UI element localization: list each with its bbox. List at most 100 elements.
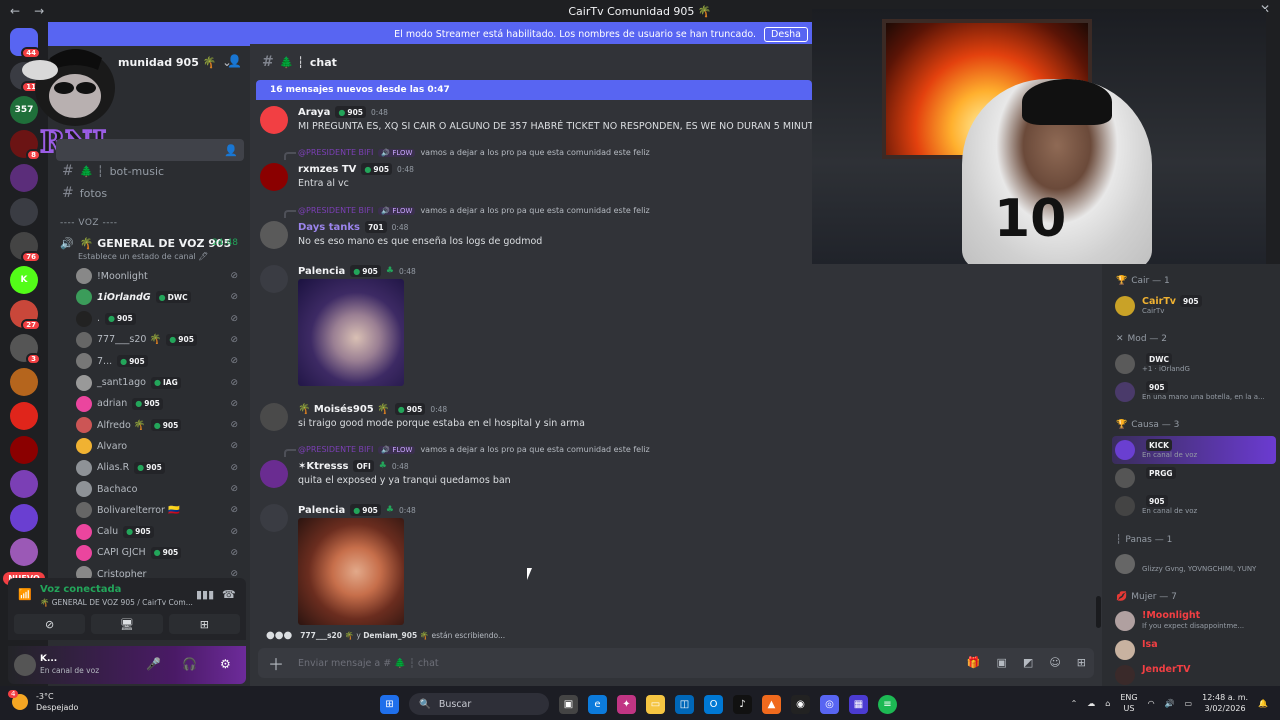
voice-user[interactable]: Alias.R ● 905 ⊘ xyxy=(76,458,244,478)
apps-icon[interactable]: ⊞ xyxy=(1077,656,1086,669)
camera-off-button[interactable]: ⊘ xyxy=(14,614,86,634)
author-name[interactable]: Palencia xyxy=(298,505,345,516)
avatar[interactable] xyxy=(1115,554,1135,574)
reply-author[interactable]: @PRESIDENTE BIFI xyxy=(298,445,373,454)
edge-icon[interactable]: e xyxy=(588,694,607,714)
server-icon-guild-13[interactable] xyxy=(10,470,38,498)
chat-scrollbar[interactable] xyxy=(1096,596,1101,628)
avatar[interactable] xyxy=(1115,440,1135,460)
noise-suppression-icon[interactable]: ▮▮▮ xyxy=(196,588,214,601)
author-name[interactable]: 🌴 Moisés905 🌴 xyxy=(298,404,390,415)
signal-icon[interactable]: 📶 xyxy=(18,588,32,601)
server-icon-guild-9[interactable]: 3 xyxy=(10,334,41,365)
voice-connected-subtitle[interactable]: 🌴 GENERAL DE VOZ 905 / CairTv Com... xyxy=(40,598,193,607)
author-name[interactable]: ✶Ktresss xyxy=(298,461,348,472)
member-item[interactable]: CairTv 905 CairTv xyxy=(1112,292,1276,320)
voice-user[interactable]: Bolivarelterror 🇨🇴 ⊘ xyxy=(76,500,244,520)
avatar[interactable] xyxy=(76,459,92,476)
voice-user[interactable]: _sant1ago ● IAG ⊘ xyxy=(76,373,244,393)
member-item[interactable]: KICK En canal de voz xyxy=(1112,436,1276,464)
avatar[interactable] xyxy=(76,544,92,561)
avatar[interactable] xyxy=(1115,640,1135,660)
voice-user[interactable]: 777___s20 🌴 ● 905 ⊘ xyxy=(76,330,244,350)
author-name[interactable]: rxmzes TV xyxy=(298,164,356,175)
screen-share-button[interactable]: 🖥 xyxy=(91,614,163,634)
reply-preview[interactable]: @PRESIDENTE BIFI 🔊 FLOW vamos a dejar a … xyxy=(284,445,650,457)
avatar[interactable] xyxy=(1115,354,1135,374)
gif-icon[interactable]: ▣ xyxy=(997,656,1007,669)
channel-selected[interactable]: 👤 xyxy=(56,139,244,161)
server-icon-guild-15[interactable] xyxy=(10,538,38,566)
file-explorer-icon[interactable]: ▭ xyxy=(646,694,665,714)
member-item[interactable]: Isa xyxy=(1112,636,1276,664)
channel-fotos[interactable]: # fotos xyxy=(56,182,244,204)
avatar[interactable] xyxy=(76,502,92,519)
avatar[interactable] xyxy=(76,395,92,412)
avatar[interactable] xyxy=(76,523,92,540)
reply-preview[interactable]: @PRESIDENTE BIFI 🔊 FLOW vamos a dejar a … xyxy=(284,206,650,218)
voice-user[interactable]: adrian ● 905 ⊘ xyxy=(76,394,244,414)
voice-channel-general[interactable]: 🔊 🌴 GENERAL DE VOZ 905 24:48 xyxy=(56,234,244,252)
member-item[interactable]: !Moonlight If you expect disappointme... xyxy=(1112,607,1276,635)
avatar[interactable] xyxy=(1115,296,1135,316)
wifi-icon[interactable]: ◠ xyxy=(1148,699,1155,708)
taskbar-search[interactable]: 🔍 Buscar xyxy=(409,693,549,715)
windows-start-icon[interactable]: ⊞ xyxy=(380,694,399,714)
network-icon[interactable]: ⌂ xyxy=(1105,699,1110,708)
avatar[interactable] xyxy=(1115,665,1135,685)
server-icon-guild-10[interactable] xyxy=(10,368,38,396)
server-icon-guild-4[interactable] xyxy=(10,164,38,192)
avatar[interactable] xyxy=(76,417,92,434)
discord-icon[interactable]: ◎ xyxy=(820,694,839,714)
voice-user[interactable]: 1iOrlandG ● DWC ⊘ xyxy=(76,287,244,307)
cloud-icon[interactable]: ☁ xyxy=(1087,699,1095,708)
voice-user[interactable]: !Moonlight ⊘ xyxy=(76,266,244,286)
server-icon-guild-5[interactable] xyxy=(10,198,38,226)
avatar[interactable] xyxy=(260,221,288,249)
avatar[interactable] xyxy=(76,353,92,370)
task-view-icon[interactable]: ▣ xyxy=(559,694,578,714)
avatar[interactable] xyxy=(76,374,92,391)
language-indicator[interactable]: ENG US xyxy=(1120,692,1137,714)
add-attachment-icon[interactable]: ＋ xyxy=(268,651,288,675)
image-attachment[interactable] xyxy=(298,279,404,386)
message-input[interactable] xyxy=(298,657,898,669)
avatar[interactable] xyxy=(260,106,288,134)
member-item[interactable]: PRGG xyxy=(1112,464,1276,492)
clock[interactable]: 12:48 a. m. 3/02/2026 xyxy=(1202,692,1248,714)
gear-icon[interactable]: ⚙ xyxy=(220,657,231,671)
add-user-icon[interactable]: 👤 xyxy=(227,54,242,68)
avatar[interactable] xyxy=(76,310,92,327)
sticker-icon[interactable]: ◩ xyxy=(1023,656,1033,669)
avatar[interactable] xyxy=(76,481,92,497)
emoji-icon[interactable]: ☺ xyxy=(1049,656,1060,669)
voice-user[interactable]: . ● 905 ⊘ xyxy=(76,309,244,329)
avatar[interactable] xyxy=(260,265,288,293)
server-icon-guild-kick[interactable]: K xyxy=(10,266,38,294)
avatar[interactable] xyxy=(1115,611,1135,631)
spotify-icon[interactable]: ≡ xyxy=(878,694,897,714)
voice-user[interactable]: Calu ● 905 ⊘ xyxy=(76,522,244,542)
volume-icon[interactable]: 🔊 xyxy=(1165,699,1175,708)
server-icon-guild-12[interactable] xyxy=(10,436,38,464)
outlook-icon[interactable]: O xyxy=(704,694,723,714)
user-panel[interactable]: K... En canal de voz 🎤 🎧 ⚙ xyxy=(8,646,246,684)
mic-muted-icon[interactable]: 🎤 xyxy=(146,657,161,671)
weather-widget[interactable]: 4 -3°C Despejado xyxy=(8,690,78,713)
obs-icon[interactable]: ◉ xyxy=(791,694,810,714)
channel-bot-music[interactable]: # 🌲 ┆ bot-music xyxy=(56,160,244,182)
voice-channel-status[interactable]: Establece un estado de canal 🖊 xyxy=(78,252,208,261)
avatar[interactable] xyxy=(260,163,288,191)
author-name[interactable]: Days tanks xyxy=(298,222,360,233)
voice-category[interactable]: ---- VOZ ---- xyxy=(60,218,117,228)
avatar[interactable] xyxy=(1115,382,1135,402)
avatar[interactable] xyxy=(1115,496,1135,516)
avatar[interactable] xyxy=(76,268,92,284)
member-item[interactable]: JenderTV xyxy=(1112,661,1276,689)
avatar[interactable] xyxy=(260,403,288,431)
server-icon-guild-11[interactable] xyxy=(10,402,38,430)
reply-preview[interactable]: @PRESIDENTE BIFI 🔊 FLOW vamos a dejar a … xyxy=(284,148,650,160)
chevron-up-icon[interactable]: ⌃ xyxy=(1071,699,1078,708)
app-grid-icon[interactable]: ▦ xyxy=(849,694,868,714)
reply-author[interactable]: @PRESIDENTE BIFI xyxy=(298,148,373,157)
